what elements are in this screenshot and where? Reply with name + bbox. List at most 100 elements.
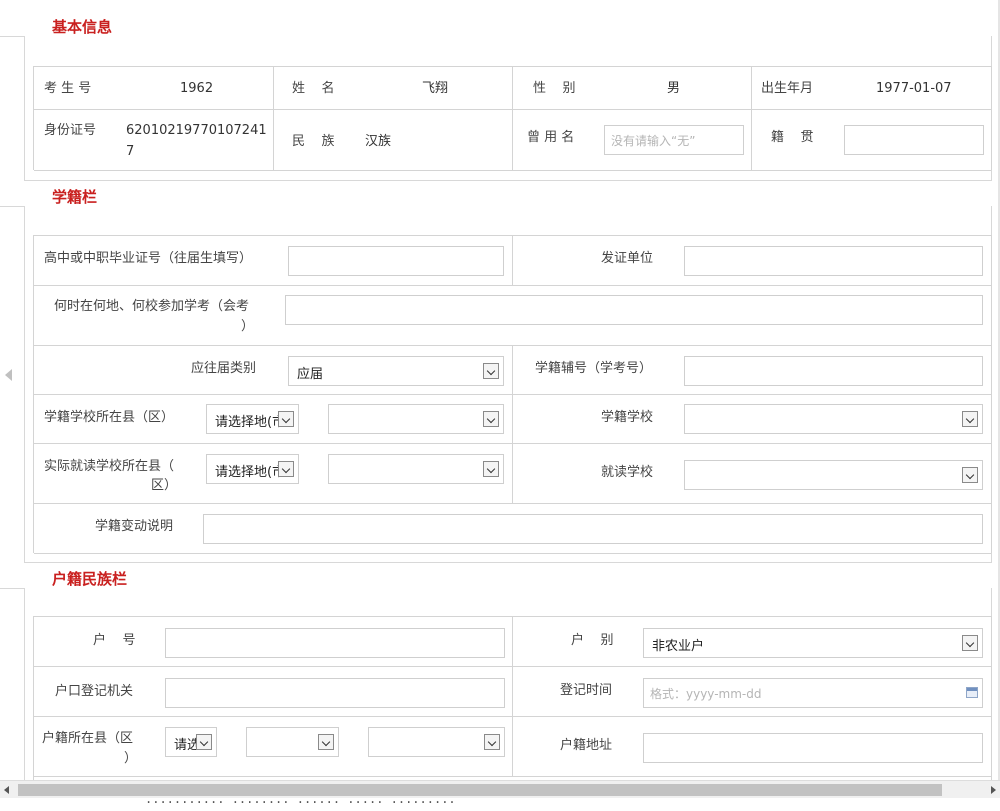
cert-input[interactable] bbox=[288, 246, 504, 276]
chevron-down-icon bbox=[962, 411, 978, 427]
chevron-down-icon bbox=[278, 411, 294, 427]
scroll-left-icon[interactable] bbox=[4, 786, 9, 794]
actual-county-label: 实际就读学校所在县（ bbox=[44, 459, 175, 474]
hukou-type-select[interactable]: 非农业户 bbox=[643, 628, 983, 658]
section-rule bbox=[0, 588, 24, 589]
reg-time-placeholder: 格式：yyyy-mm-dd bbox=[650, 687, 762, 701]
hukou-no-label: 户 号 bbox=[93, 633, 136, 648]
section-rule bbox=[0, 206, 24, 207]
address-input[interactable] bbox=[643, 733, 983, 763]
household-county-label-end: ） bbox=[124, 751, 138, 766]
scroll-right-icon[interactable] bbox=[991, 786, 996, 794]
school-row-change: 学籍变动说明 bbox=[34, 504, 991, 554]
school-row-county: 学籍学校所在县（区） 请选择地(市 学籍学校 bbox=[34, 395, 991, 444]
cert-label: 高中或中职毕业证号（往届生填写） bbox=[44, 251, 253, 266]
ethnic-value: 汉族 bbox=[365, 134, 392, 149]
school-row-cert: 高中或中职毕业证号（往届生填写） 发证单位 bbox=[34, 236, 991, 286]
native-label: 籍 贯 bbox=[771, 130, 814, 145]
change-input[interactable] bbox=[203, 514, 983, 544]
id-value-line2: 7 bbox=[126, 144, 135, 159]
school-label: 学籍学校 bbox=[601, 410, 654, 425]
actual-county-district-select[interactable] bbox=[328, 454, 504, 484]
hukou-type-label: 户 别 bbox=[571, 633, 614, 648]
grad-type-select[interactable]: 应届 bbox=[288, 356, 504, 386]
change-label: 学籍变动说明 bbox=[95, 519, 174, 534]
section-title-household: 户籍民族栏 bbox=[52, 570, 128, 588]
issuer-input[interactable] bbox=[684, 246, 983, 276]
household-row-county: 户籍所在县（区 ） 请选 户籍地址 bbox=[34, 717, 991, 777]
section-rule bbox=[0, 36, 24, 37]
chevron-down-icon bbox=[484, 734, 500, 750]
section-title-school: 学籍栏 bbox=[52, 188, 98, 206]
reg-time-label: 登记时间 bbox=[560, 683, 613, 698]
reg-office-input[interactable] bbox=[165, 678, 505, 708]
grad-type-label: 应往届类别 bbox=[191, 361, 257, 376]
chevron-down-icon bbox=[278, 461, 294, 477]
scrollbar-thumb[interactable] bbox=[18, 784, 942, 796]
household-row-reg: 户口登记机关 登记时间 格式：yyyy-mm-dd bbox=[34, 667, 991, 717]
former-name-label: 曾 用 名 bbox=[527, 130, 575, 145]
school-select[interactable] bbox=[684, 404, 983, 434]
actual-county-city-value: 请选择地(市 bbox=[215, 465, 286, 480]
chevron-down-icon bbox=[483, 461, 499, 477]
exam-no-value: 1962 bbox=[180, 81, 214, 96]
former-name-placeholder: 没有请输入“无” bbox=[611, 134, 696, 148]
county-label: 学籍学校所在县（区） bbox=[44, 410, 175, 425]
gender-label: 性 别 bbox=[533, 81, 576, 96]
issuer-label: 发证单位 bbox=[601, 251, 654, 266]
household-county-select[interactable] bbox=[246, 727, 339, 757]
basic-row-2: 身份证号 62010219770107241 7 民 族 汉族 曾 用 名 没有… bbox=[34, 110, 991, 171]
county-city-select[interactable]: 请选择地(市 bbox=[206, 404, 299, 434]
chevron-down-icon bbox=[196, 734, 212, 750]
address-label: 户籍地址 bbox=[560, 738, 613, 753]
chevron-down-icon bbox=[483, 411, 499, 427]
aux-no-input[interactable] bbox=[684, 356, 983, 386]
school-row-exam: 何时在何地、何校参加学考（会考 ） bbox=[34, 286, 991, 346]
birth-label: 出生年月 bbox=[761, 81, 814, 96]
id-label: 身份证号 bbox=[44, 123, 97, 138]
actual-county-city-select[interactable]: 请选择地(市 bbox=[206, 454, 299, 484]
household-county-label: 户籍所在县（区 bbox=[42, 731, 134, 746]
status-text: ........... ........ ...... ..... ......… bbox=[145, 798, 456, 806]
school-row-actual: 实际就读学校所在县（ 区） 请选择地(市 就读学校 bbox=[34, 444, 991, 504]
actual-school-label: 就读学校 bbox=[601, 465, 654, 480]
exam-when-input[interactable] bbox=[285, 295, 983, 325]
household-row-no: 户 号 户 别 非农业户 bbox=[34, 617, 991, 667]
birth-value: 1977-01-07 bbox=[876, 81, 952, 96]
calendar-icon[interactable] bbox=[966, 687, 978, 698]
basic-row-1: 考 生 号 1962 姓 名 飞翔 性 别 男 出生年月 1977-01-07 bbox=[34, 67, 991, 110]
id-value-line1: 62010219770107241 bbox=[126, 123, 267, 138]
actual-school-select[interactable] bbox=[684, 460, 983, 490]
aux-no-label: 学籍辅号（学考号） bbox=[535, 361, 653, 376]
grad-type-value: 应届 bbox=[297, 367, 324, 382]
chevron-down-icon bbox=[483, 363, 499, 379]
name-value: 飞翔 bbox=[422, 81, 449, 96]
status-strip: ........... ........ ...... ..... ......… bbox=[0, 798, 1000, 811]
collapse-left-arrow-icon[interactable] bbox=[5, 369, 12, 381]
household-info-grid: 户 号 户 别 非农业户 户口登记机关 登记时间 格式：yyyy-mm-dd 户… bbox=[33, 616, 992, 780]
county-district-select[interactable] bbox=[328, 404, 504, 434]
household-district-select[interactable] bbox=[368, 727, 505, 757]
native-input[interactable] bbox=[844, 125, 984, 155]
county-city-value: 请选择地(市 bbox=[215, 415, 286, 430]
chevron-down-icon bbox=[318, 734, 334, 750]
ethnic-label: 民 族 bbox=[292, 134, 335, 149]
hukou-type-value: 非农业户 bbox=[652, 639, 705, 654]
household-city-select[interactable]: 请选 bbox=[165, 727, 217, 757]
exam-no-label: 考 生 号 bbox=[44, 81, 92, 96]
basic-info-grid: 考 生 号 1962 姓 名 飞翔 性 别 男 出生年月 1977-01-07 … bbox=[33, 66, 992, 171]
section-title-basic: 基本信息 bbox=[52, 18, 113, 36]
horizontal-scrollbar[interactable] bbox=[0, 780, 1000, 798]
school-info-grid: 高中或中职毕业证号（往届生填写） 发证单位 何时在何地、何校参加学考（会考 ） … bbox=[33, 235, 992, 554]
reg-time-input[interactable]: 格式：yyyy-mm-dd bbox=[643, 678, 983, 708]
gender-value: 男 bbox=[667, 81, 681, 96]
exam-when-label-end: ） bbox=[241, 319, 255, 334]
school-row-grad: 应往届类别 应届 学籍辅号（学考号） bbox=[34, 346, 991, 395]
hukou-no-input[interactable] bbox=[165, 628, 505, 658]
name-label: 姓 名 bbox=[292, 81, 335, 96]
exam-when-label: 何时在何地、何校参加学考（会考 bbox=[54, 299, 250, 314]
chevron-down-icon bbox=[962, 467, 978, 483]
reg-office-label: 户口登记机关 bbox=[55, 684, 134, 699]
actual-county-label-end: 区） bbox=[151, 478, 178, 493]
former-name-input[interactable]: 没有请输入“无” bbox=[604, 125, 744, 155]
